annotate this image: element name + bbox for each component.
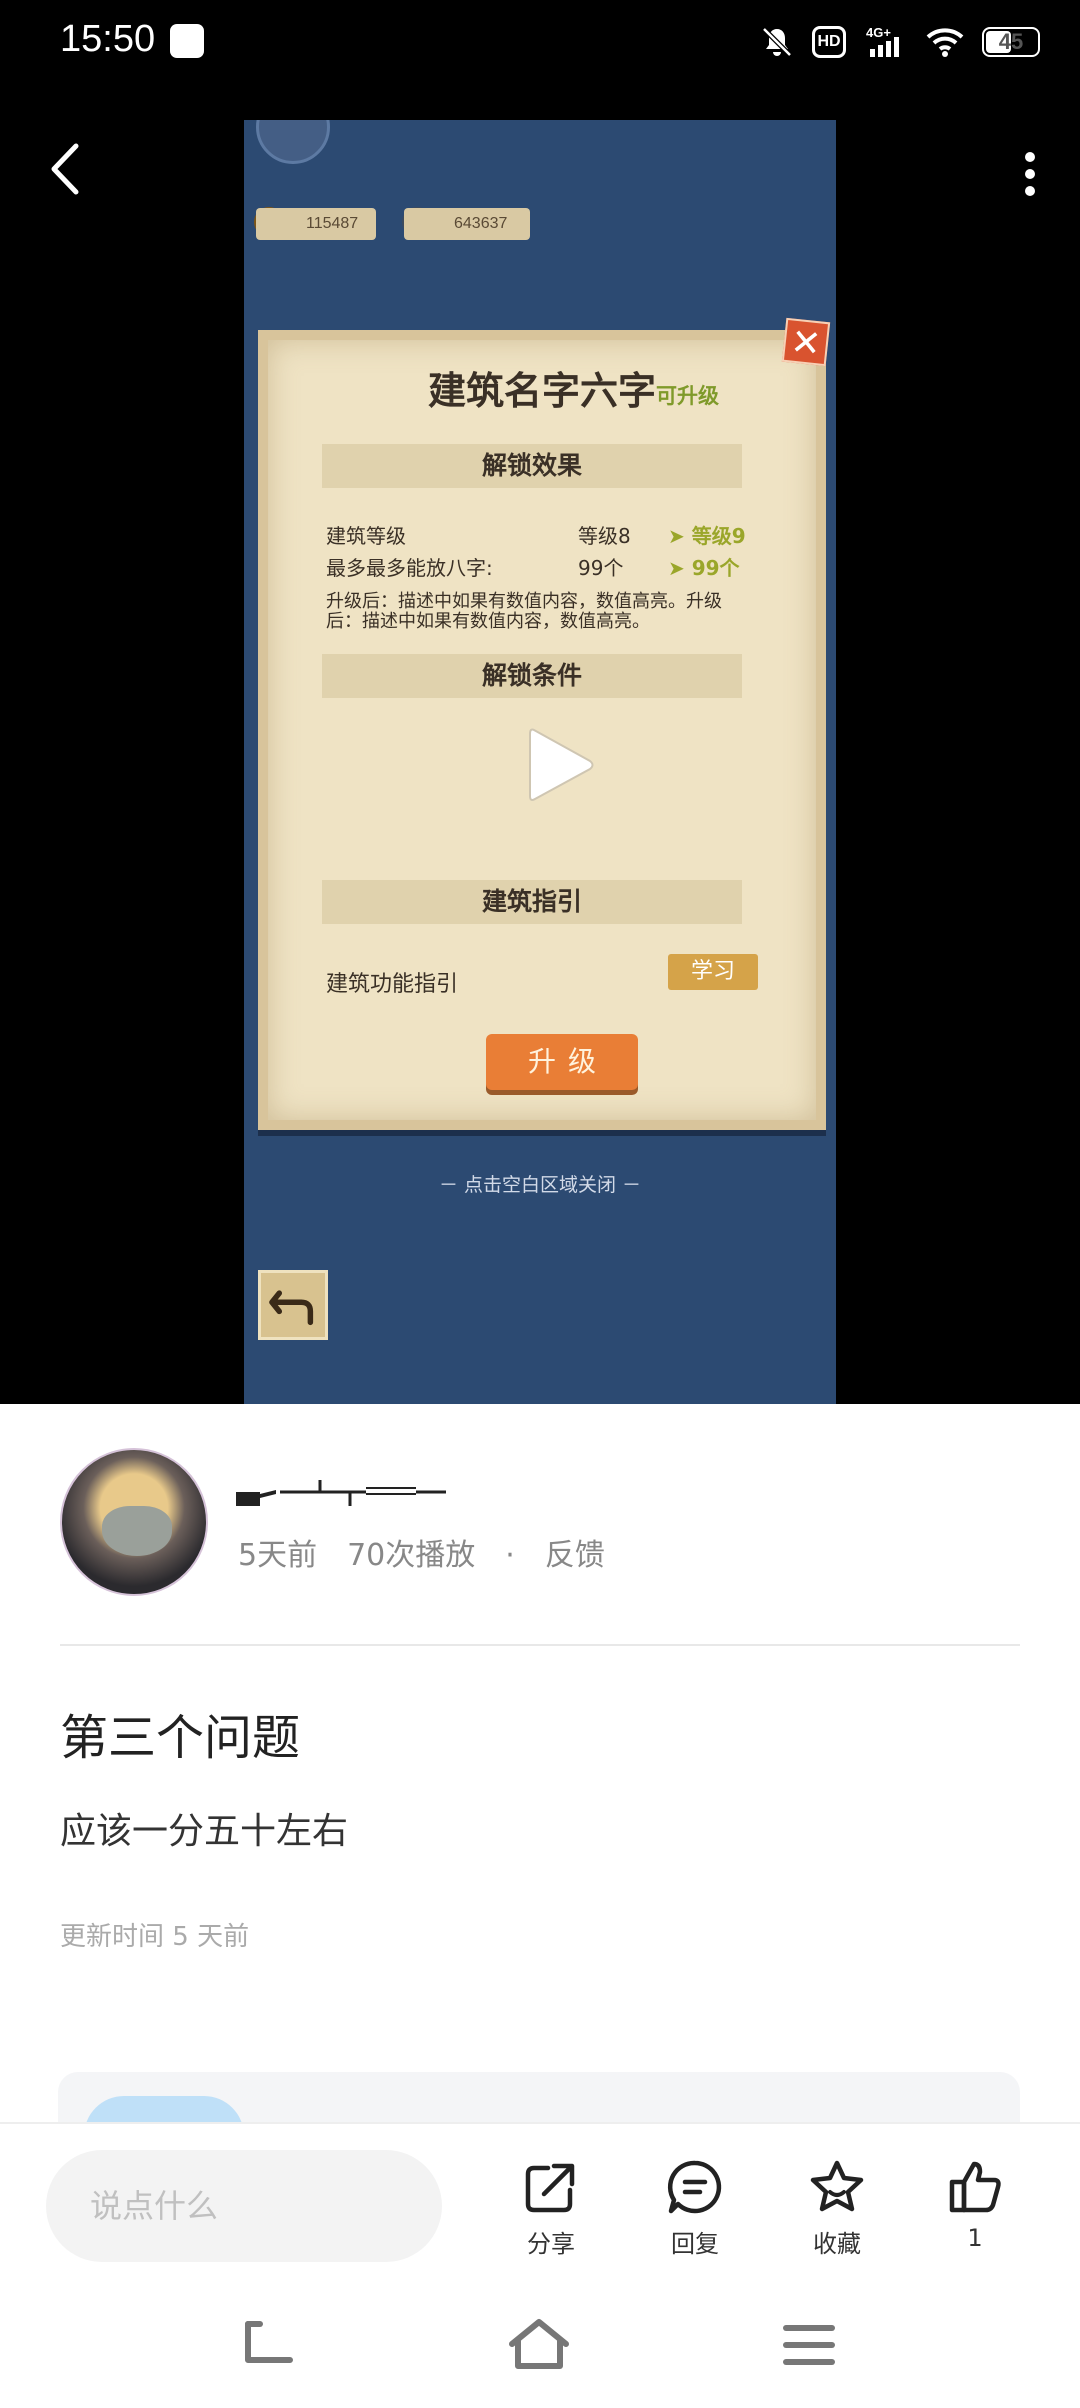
section-unlock-condition: 解锁条件 [322,654,742,698]
divider [60,1644,1020,1646]
section-building-guide: 建筑指引 [322,880,742,924]
like-button[interactable]: 1 [920,2158,1030,2252]
section-unlock-effect: 解锁效果 [322,444,742,488]
row-next: ➤ 等级9 [668,524,746,548]
upgrade-button: 升级 [486,1034,638,1090]
wifi-icon [926,28,964,57]
row-label: 最多最多能放八字: [326,556,493,580]
back-button[interactable] [40,134,90,204]
building-dialog: ✕ 建筑名字六字 可升级 解锁效果 建筑等级 等级8 ➤ 等级9 最多最多能放八… [258,317,831,1130]
share-button[interactable]: 分享 [496,2158,606,2259]
more-options-button[interactable] [1010,139,1050,209]
hd-icon: HD [812,26,846,58]
reply-button[interactable]: 回复 [640,2158,750,2259]
favorite-label: 收藏 [813,2230,861,2258]
post-body: 应该一分五十左右 [60,1811,349,1852]
system-nav-bar [0,2282,1080,2408]
mute-icon [762,27,792,57]
play-count: 70次播放 [347,1538,476,1573]
battery-icon: 45 [982,27,1040,57]
meta-separator: · [505,1538,515,1573]
username-icon[interactable] [236,1472,446,1518]
network-type: 4G+ [866,25,891,40]
menu-nav-icon[interactable] [774,2312,844,2378]
row-label: 建筑等级 [326,524,406,548]
guide-label: 建筑功能指引 [326,972,459,997]
update-time: 更新时间 5 天前 [60,1922,250,1952]
upgradable-tag: 可升级 [656,384,719,408]
avatar[interactable] [60,1448,208,1596]
video-frame[interactable]: 115487 643637 ✕ 建筑名字六字 可升级 解锁效果 建筑等级 等级8… [244,120,836,1404]
share-icon [525,2163,575,2213]
building-title: 建筑名字六字 [427,369,656,413]
game-avatar-icon [256,120,330,164]
game-return-icon [258,1270,328,1340]
resource-counter-1: 115487 [256,208,376,240]
close-hint: － 点击空白区域关闭 － [438,1174,642,1196]
message-icon [170,24,204,58]
battery-level: 45 [998,29,1024,54]
resource-counter-2: 643637 [404,208,530,240]
post-title: 第三个问题 [60,1710,301,1766]
status-bar: 15:50 HD 4G+ 45 [0,0,1080,84]
learn-button: 学习 [668,954,758,990]
signal-icon: 4G+ [866,25,899,57]
reply-label: 回复 [671,2230,719,2258]
favorite-button[interactable]: 收藏 [782,2158,892,2259]
comment-icon [667,2160,722,2214]
video-player[interactable]: 115487 643637 ✕ 建筑名字六字 可升级 解锁效果 建筑等级 等级8… [0,84,1080,1404]
feedback-link[interactable]: 反馈 [545,1538,605,1573]
action-bar: 分享 回复 收藏 1 [0,2122,1080,2282]
row-current: 99个 [578,556,624,580]
row-current: 等级8 [578,524,631,548]
row-next: ➤ 99个 [668,556,740,580]
share-label: 分享 [527,2230,575,2258]
comment-input[interactable] [46,2150,442,2262]
home-nav-icon[interactable] [504,2312,574,2378]
star-icon [810,2160,864,2212]
post-meta: 5天前 70次播放 · 反馈 [238,1530,635,1574]
back-nav-icon[interactable] [234,2312,304,2378]
post-time: 5天前 [238,1538,318,1573]
like-count: 1 [967,2224,983,2252]
play-icon[interactable] [520,720,600,810]
dialog-close-icon: ✕ [781,317,831,367]
thumbs-up-icon [949,2161,1001,2213]
status-time: 15:50 [60,18,156,60]
status-icons: HD 4G+ 45 [760,20,1040,64]
upgrade-description: 升级后：描述中如果有数值内容，数值高亮。升级后：描述中如果有数值内容，数值高亮。 [326,591,722,632]
